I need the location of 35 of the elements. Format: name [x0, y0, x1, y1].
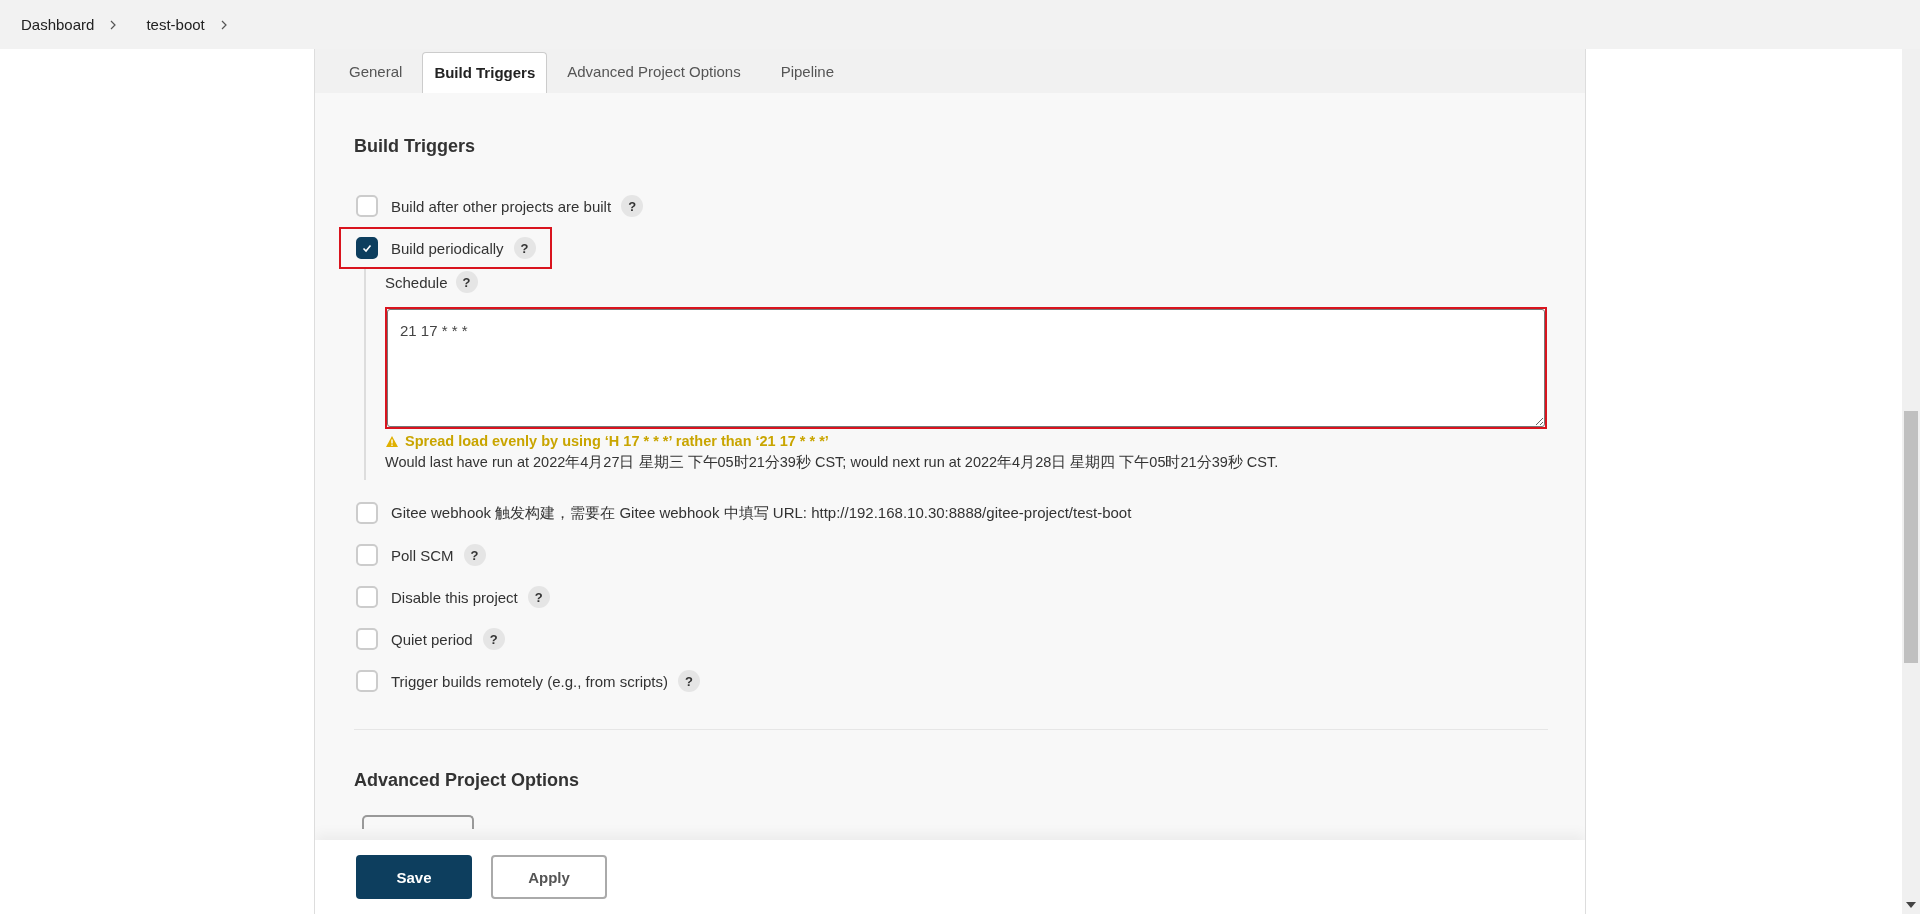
checkmark-icon [361, 242, 373, 254]
checkbox-label: Disable this project [391, 588, 518, 606]
tab[interactable]: Advanced Project Options [547, 51, 761, 93]
scrollbar[interactable] [1902, 49, 1920, 914]
scrollbar-thumb[interactable] [1904, 411, 1918, 663]
help-button[interactable]: ? [513, 237, 536, 259]
section-title: Advanced Project Options [354, 770, 581, 791]
help-button[interactable]: ? [621, 195, 644, 217]
checkbox-label: Poll SCM [391, 546, 454, 564]
warning-message: Spread load evenly by using ‘H 17 * * *’ rather than ‘21 17 * * *’ [405, 433, 829, 449]
checkbox-label: Trigger builds remotely (e.g., from scripts) [391, 672, 669, 690]
tab[interactable]: Build Triggers [422, 52, 548, 93]
checkbox-label: Gitee webhook 触发构建，需要在 Gitee webhook 中填写 URL: http://192.168.10.30:8888/gitee-project/test-boot [391, 503, 1132, 523]
help-button[interactable]: ? [482, 628, 505, 650]
schedule-info: Would last have run at 2022年4月27日 星期三 下午05时21分39秒 CST; would next run at 2022年4月28日 星期四 下午05时21分39秒 CST. [385, 453, 1280, 472]
help-button[interactable]: ? [527, 586, 550, 608]
help-button[interactable]: ? [455, 271, 478, 293]
breadcrumb-link[interactable]: Dashboard [21, 16, 95, 33]
checkbox-label: Build periodically [391, 239, 504, 257]
warning-icon [385, 434, 399, 448]
checkbox-label: Quiet period [391, 630, 473, 648]
checkbox-label: Build after other projects are built [391, 197, 612, 215]
section-title: Build Triggers [354, 136, 477, 157]
apply-button[interactable]: Apply [491, 855, 607, 899]
help-button[interactable]: ? [678, 670, 701, 692]
tab[interactable]: General [329, 51, 423, 93]
checkbox[interactable] [356, 237, 378, 259]
partially-hidden-button[interactable] [362, 815, 474, 829]
help-button[interactable]: ? [463, 544, 486, 566]
field-label: Schedule [385, 273, 448, 291]
save-button[interactable]: Save [356, 855, 472, 899]
tab[interactable]: Pipeline [760, 51, 855, 93]
scroll-down-icon[interactable] [1906, 902, 1916, 908]
breadcrumb-link[interactable]: test-boot [146, 16, 205, 33]
schedule-field[interactable]: 21 17 * * * [387, 309, 1545, 427]
